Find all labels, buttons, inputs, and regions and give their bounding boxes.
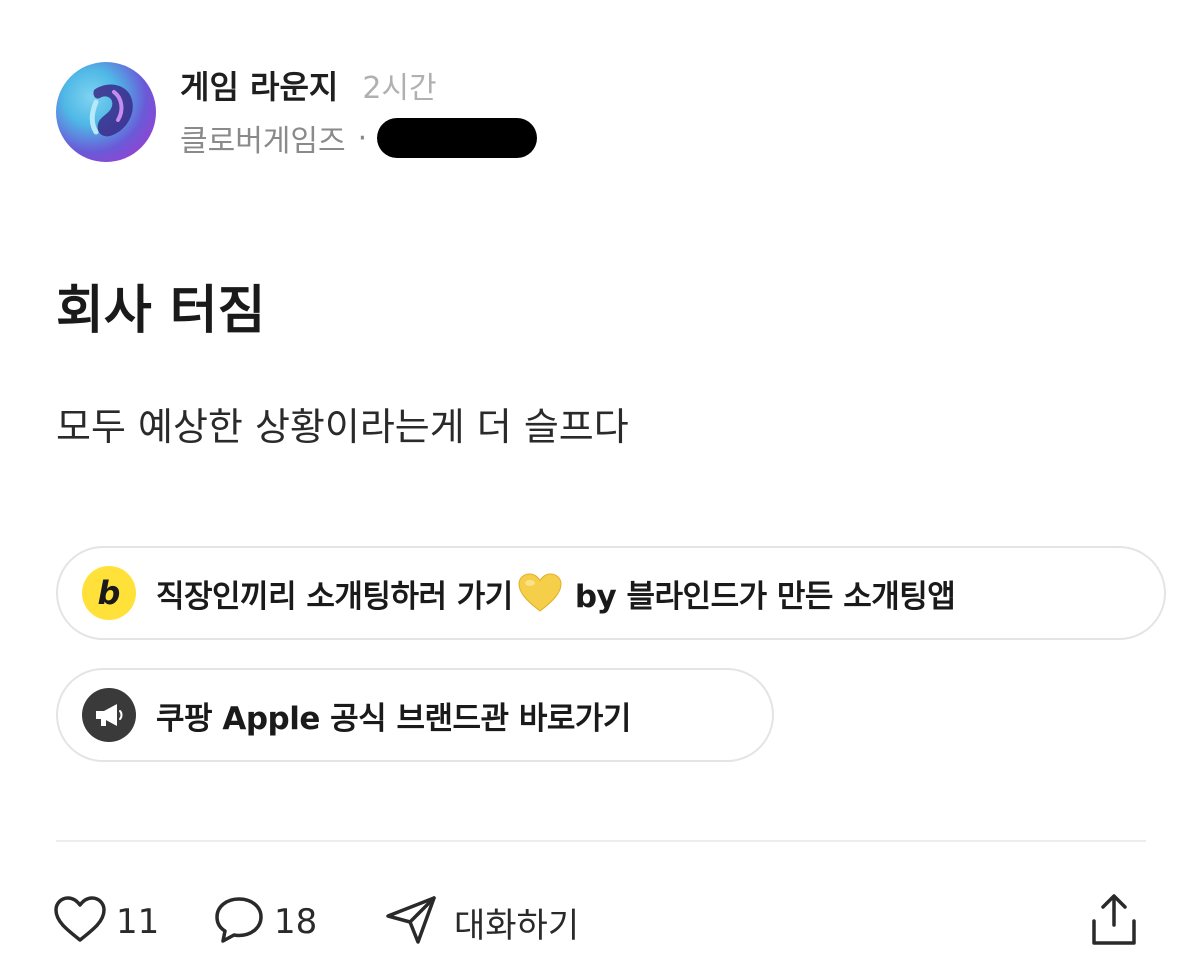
promo-text-secondary: by 블라인드가 만든 소개팅앱 <box>574 578 956 615</box>
author-company: 클로버게임즈 <box>180 124 346 159</box>
post-title: 회사 터짐 <box>56 281 266 341</box>
avatar-graphic-icon <box>89 84 133 137</box>
meta-separator: · <box>357 120 368 156</box>
promo-text: 쿠팡 Apple 공식 브랜드관 바로가기 <box>156 700 631 737</box>
heart-outline-icon <box>52 895 108 949</box>
start-chat-button[interactable]: 대화하기 <box>384 892 579 952</box>
post-meta-secondary: 클로버게임즈 · <box>180 116 538 160</box>
blind-b-logo-icon: b <box>82 566 136 620</box>
post-time: 2시간 <box>362 71 437 106</box>
actions-divider <box>56 840 1146 842</box>
post-body: 모두 예상한 상황이라는게 더 슬프다 <box>56 405 629 449</box>
channel-name[interactable]: 게임 라운지 <box>180 62 338 108</box>
promo-text-primary: 직장인끼리 소개팅하러 가기 <box>156 578 513 615</box>
paper-plane-icon <box>384 894 438 950</box>
like-button[interactable]: 11 <box>52 892 159 952</box>
like-count: 11 <box>116 902 160 942</box>
channel-avatar[interactable] <box>56 62 156 162</box>
comment-button[interactable]: 18 <box>212 892 317 952</box>
promo-link-blind-dating[interactable]: b 직장인끼리 소개팅하러 가기 by 블라인드가 만든 소개팅앱 <box>56 546 1166 640</box>
promo-link-coupang-apple[interactable]: 쿠팡 Apple 공식 브랜드관 바로가기 <box>56 668 774 762</box>
comment-count: 18 <box>274 902 318 942</box>
yellow-heart-icon <box>517 573 563 613</box>
blind-logo-letter: b <box>97 574 121 612</box>
speech-bubble-icon <box>212 894 266 950</box>
start-chat-label: 대화하기 <box>454 905 580 946</box>
share-upload-icon <box>1086 891 1142 953</box>
post-card: 게임 라운지 2시간 클로버게임즈 · 회사 터짐 모두 예상한 상황이라는게 … <box>0 0 1200 980</box>
share-button[interactable] <box>1086 892 1142 952</box>
redacted-author-name <box>377 118 538 158</box>
post-meta-primary: 게임 라운지 2시간 <box>180 62 437 108</box>
megaphone-icon <box>82 688 136 742</box>
